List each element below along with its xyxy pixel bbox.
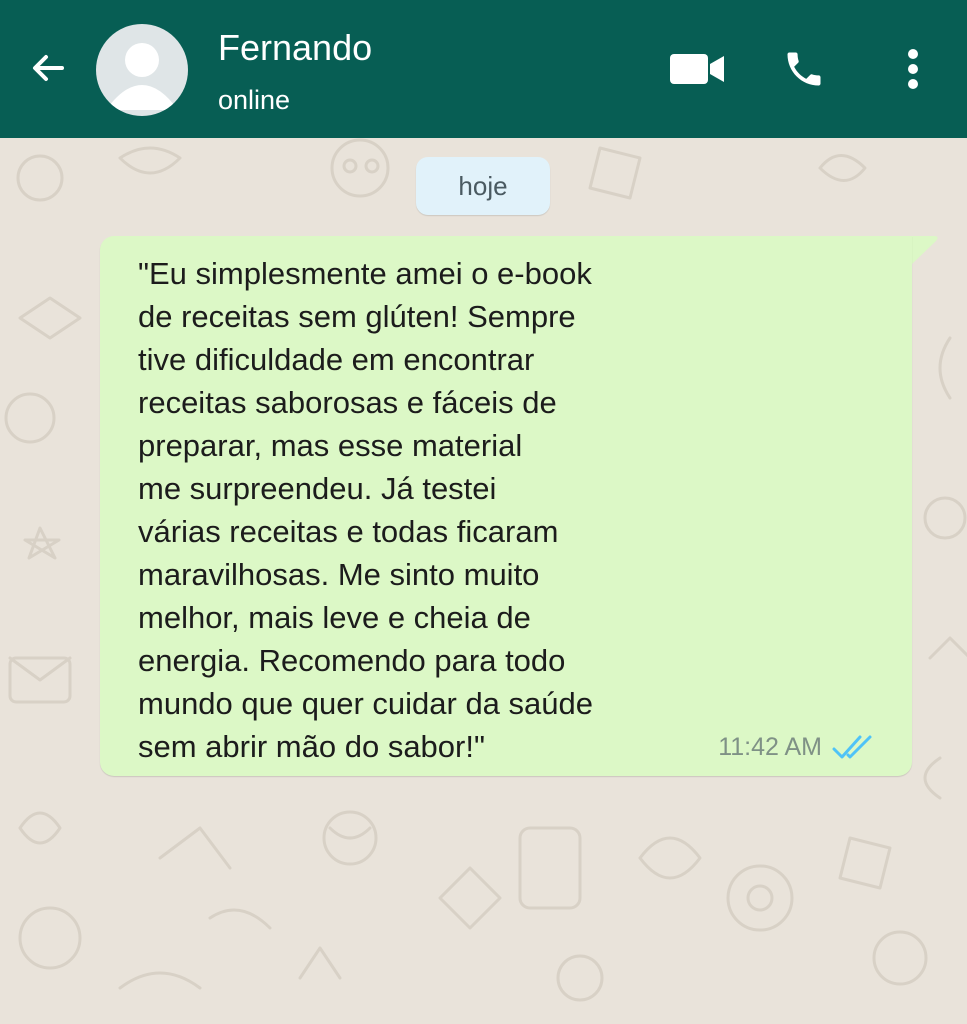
video-call-button[interactable] <box>664 46 730 96</box>
message-line: energia. Recomendo para todo <box>138 643 566 678</box>
contact-name[interactable]: Fernando <box>218 28 372 68</box>
arrow-left-icon <box>28 48 68 93</box>
message-line: mundo que quer cuidar da saúde <box>138 686 593 721</box>
chat-header: Fernando online <box>0 0 967 138</box>
message-line: melhor, mais leve e cheia de <box>138 600 531 635</box>
double-check-read-icon <box>832 732 876 762</box>
message-time: 11:42 AM <box>718 732 822 761</box>
back-button[interactable] <box>22 44 74 96</box>
message-line: preparar, mas esse material <box>138 428 523 463</box>
more-vertical-icon <box>906 47 920 96</box>
default-avatar-icon <box>96 43 188 116</box>
message-line: me surpreendeu. Já testei <box>138 471 497 506</box>
message-text: "Eu simplesmente amei o e-book de receit… <box>138 252 698 768</box>
more-options-button[interactable] <box>890 42 936 100</box>
message-line: "Eu simplesmente amei o e-book <box>138 256 592 291</box>
message-line: sem abrir mão do sabor!" <box>138 729 485 764</box>
message-bubble[interactable]: "Eu simplesmente amei o e-book de receit… <box>100 236 912 776</box>
message-line: várias receitas e todas ficaram <box>138 514 559 549</box>
voice-call-button[interactable] <box>776 44 832 98</box>
message-line: maravilhosas. Me sinto muito <box>138 557 540 592</box>
message-line: receitas saborosas e fáceis de <box>138 385 557 420</box>
contact-status: online <box>218 85 291 115</box>
message-meta: 11:42 AM <box>718 729 876 765</box>
message-line: de receitas sem glúten! Sempre <box>138 299 576 334</box>
date-separator: hoje <box>416 157 550 215</box>
contact-avatar[interactable] <box>96 24 188 116</box>
bubble-tail <box>908 236 938 264</box>
message-line: tive dificuldade em encontrar <box>138 342 535 377</box>
video-camera-icon <box>668 51 726 92</box>
phone-icon <box>782 47 826 96</box>
